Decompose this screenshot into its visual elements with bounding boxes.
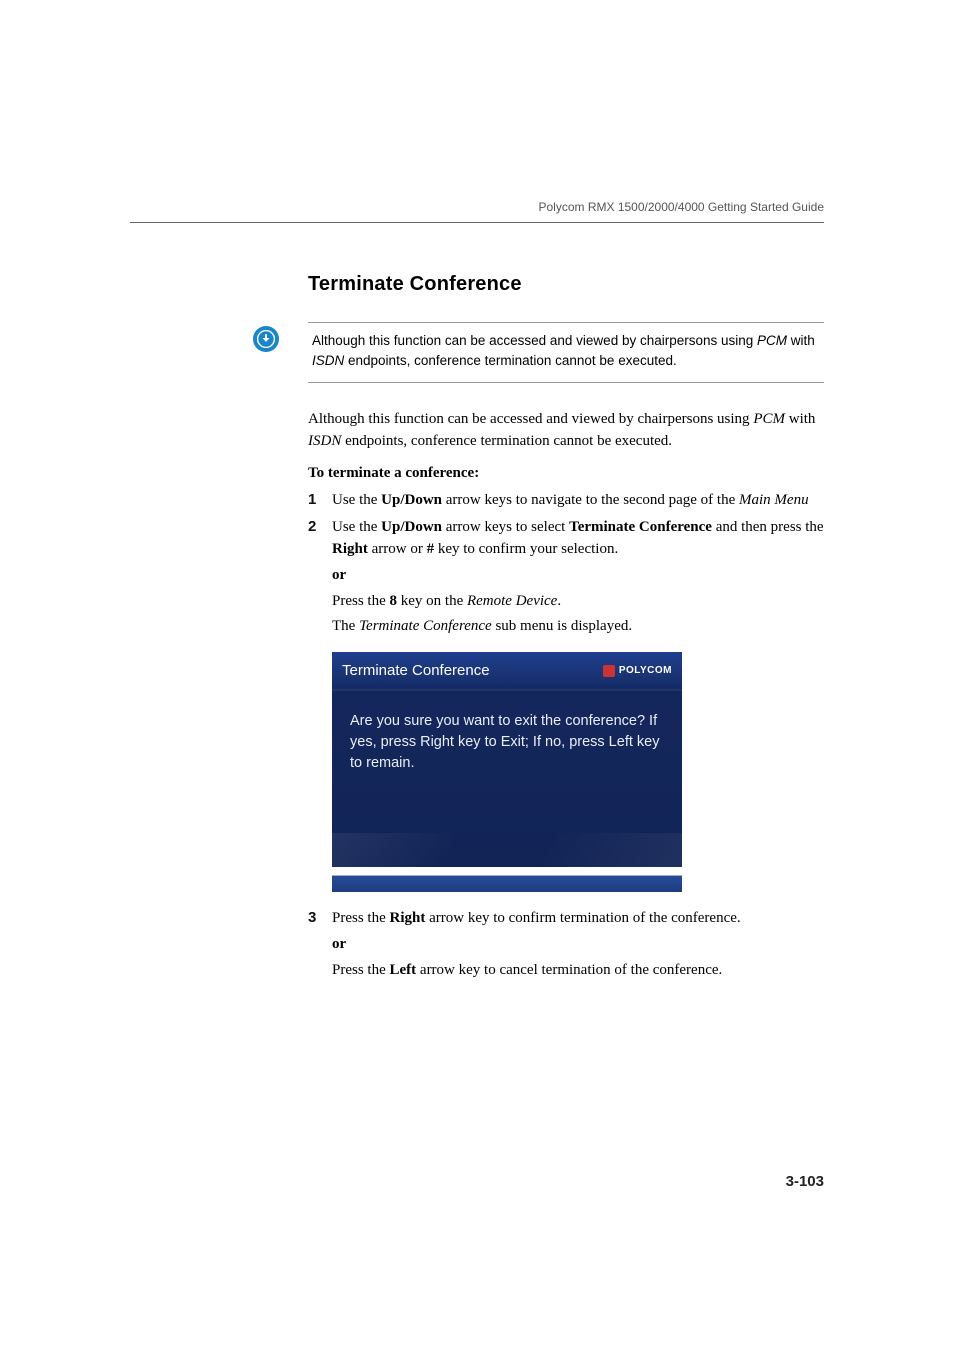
screenshot-titlebar: Terminate Conference POLYCOM [332, 652, 682, 689]
s2-d1: The [332, 618, 359, 634]
s2-or: or [332, 565, 824, 587]
note-em-isdn: ISDN [312, 353, 344, 368]
note-block: Although this function can be accessed a… [253, 322, 824, 383]
step-3: 3 Press the Right arrow key to confirm t… [308, 908, 824, 983]
header-rule [130, 222, 824, 223]
down-arrow-icon [257, 330, 275, 348]
s2-c2: key on the [397, 593, 467, 609]
s3-or: or [332, 934, 741, 956]
s2-t5: key to confirm your selection. [434, 541, 618, 557]
s1-i1: Main Menu [739, 492, 809, 508]
s2-b4: # [427, 541, 435, 557]
s3-c2: arrow key to cancel termination of the c… [416, 962, 722, 978]
s2-b3: Right [332, 541, 368, 557]
screenshot-footer [332, 875, 682, 892]
s2-c3: . [557, 593, 561, 609]
s2-cb1: 8 [390, 593, 398, 609]
step-2: 2 Use the Up/Down arrow keys to select T… [308, 517, 824, 640]
screenshot-brand: POLYCOM [603, 665, 672, 677]
s3-cb1: Left [390, 962, 417, 978]
step-number-1: 1 [308, 490, 332, 508]
s3-t1: Press the [332, 910, 390, 926]
section-title: Terminate Conference [308, 273, 824, 296]
screenshot-body: Are you sure you want to exit the confer… [332, 689, 682, 867]
s1-b1: Up/Down [381, 492, 442, 508]
note-part-1: Although this function can be accessed a… [312, 333, 757, 348]
content-column: Terminate Conference Although this funct… [308, 273, 824, 983]
screenshot-brand-text: POLYCOM [619, 665, 672, 676]
screenshot-divider [332, 867, 682, 875]
note-part-2: with [787, 333, 815, 348]
s3-b1: Right [390, 910, 426, 926]
page-number: 3-103 [130, 1173, 824, 1190]
s1-t2: arrow keys to navigate to the second pag… [442, 492, 739, 508]
s2-b2: Terminate Conference [569, 519, 712, 535]
page-header: Polycom RMX 1500/2000/4000 Getting Start… [130, 200, 824, 222]
intro-paragraph: Although this function can be accessed a… [308, 409, 824, 453]
s2-ci1: Remote Device [467, 593, 557, 609]
s3-c1: Press the [332, 962, 390, 978]
step-number-2: 2 [308, 517, 332, 535]
procedure-title: To terminate a conference: [308, 465, 824, 482]
intro-em-isdn: ISDN [308, 433, 341, 449]
note-em-pcm: PCM [757, 333, 787, 348]
step-body-1: Use the Up/Down arrow keys to navigate t… [332, 490, 809, 512]
s2-t4: arrow or [368, 541, 427, 557]
step-body-3: Press the Right arrow key to confirm ter… [332, 908, 741, 983]
s2-t2: arrow keys to select [442, 519, 569, 535]
s2-line2: Press the 8 key on the Remote Device. [332, 591, 824, 613]
submenu-screenshot: Terminate Conference POLYCOM Are you sur… [332, 652, 682, 892]
screenshot-title: Terminate Conference [342, 662, 490, 679]
step-1: 1 Use the Up/Down arrow keys to navigate… [308, 490, 824, 512]
note-text: Although this function can be accessed a… [308, 322, 824, 383]
s2-c1: Press the [332, 593, 390, 609]
s3-t2: arrow key to confirm termination of the … [425, 910, 740, 926]
s2-line3: The Terminate Conference sub menu is dis… [332, 616, 824, 638]
step-body-2: Use the Up/Down arrow keys to select Ter… [332, 517, 824, 640]
s2-d2: sub menu is displayed. [492, 618, 632, 634]
s2-t3: and then press the [712, 519, 824, 535]
screenshot-body-text: Are you sure you want to exit the confer… [350, 713, 659, 771]
s2-di1: Terminate Conference [359, 618, 492, 634]
s1-t1: Use the [332, 492, 381, 508]
document-page: Polycom RMX 1500/2000/4000 Getting Start… [0, 0, 954, 1190]
s2-b1: Up/Down [381, 519, 442, 535]
polycom-logo-icon [603, 665, 615, 677]
intro-part-3: endpoints, conference termination cannot… [341, 433, 672, 449]
note-icon [253, 326, 279, 352]
intro-part-2: with [785, 411, 815, 427]
intro-part-1: Although this function can be accessed a… [308, 411, 753, 427]
step-number-3: 3 [308, 908, 332, 926]
s3-line2: Press the Left arrow key to cancel termi… [332, 960, 741, 982]
intro-em-pcm: PCM [753, 411, 785, 427]
note-part-3: endpoints, conference termination cannot… [344, 353, 676, 368]
s2-t1: Use the [332, 519, 381, 535]
